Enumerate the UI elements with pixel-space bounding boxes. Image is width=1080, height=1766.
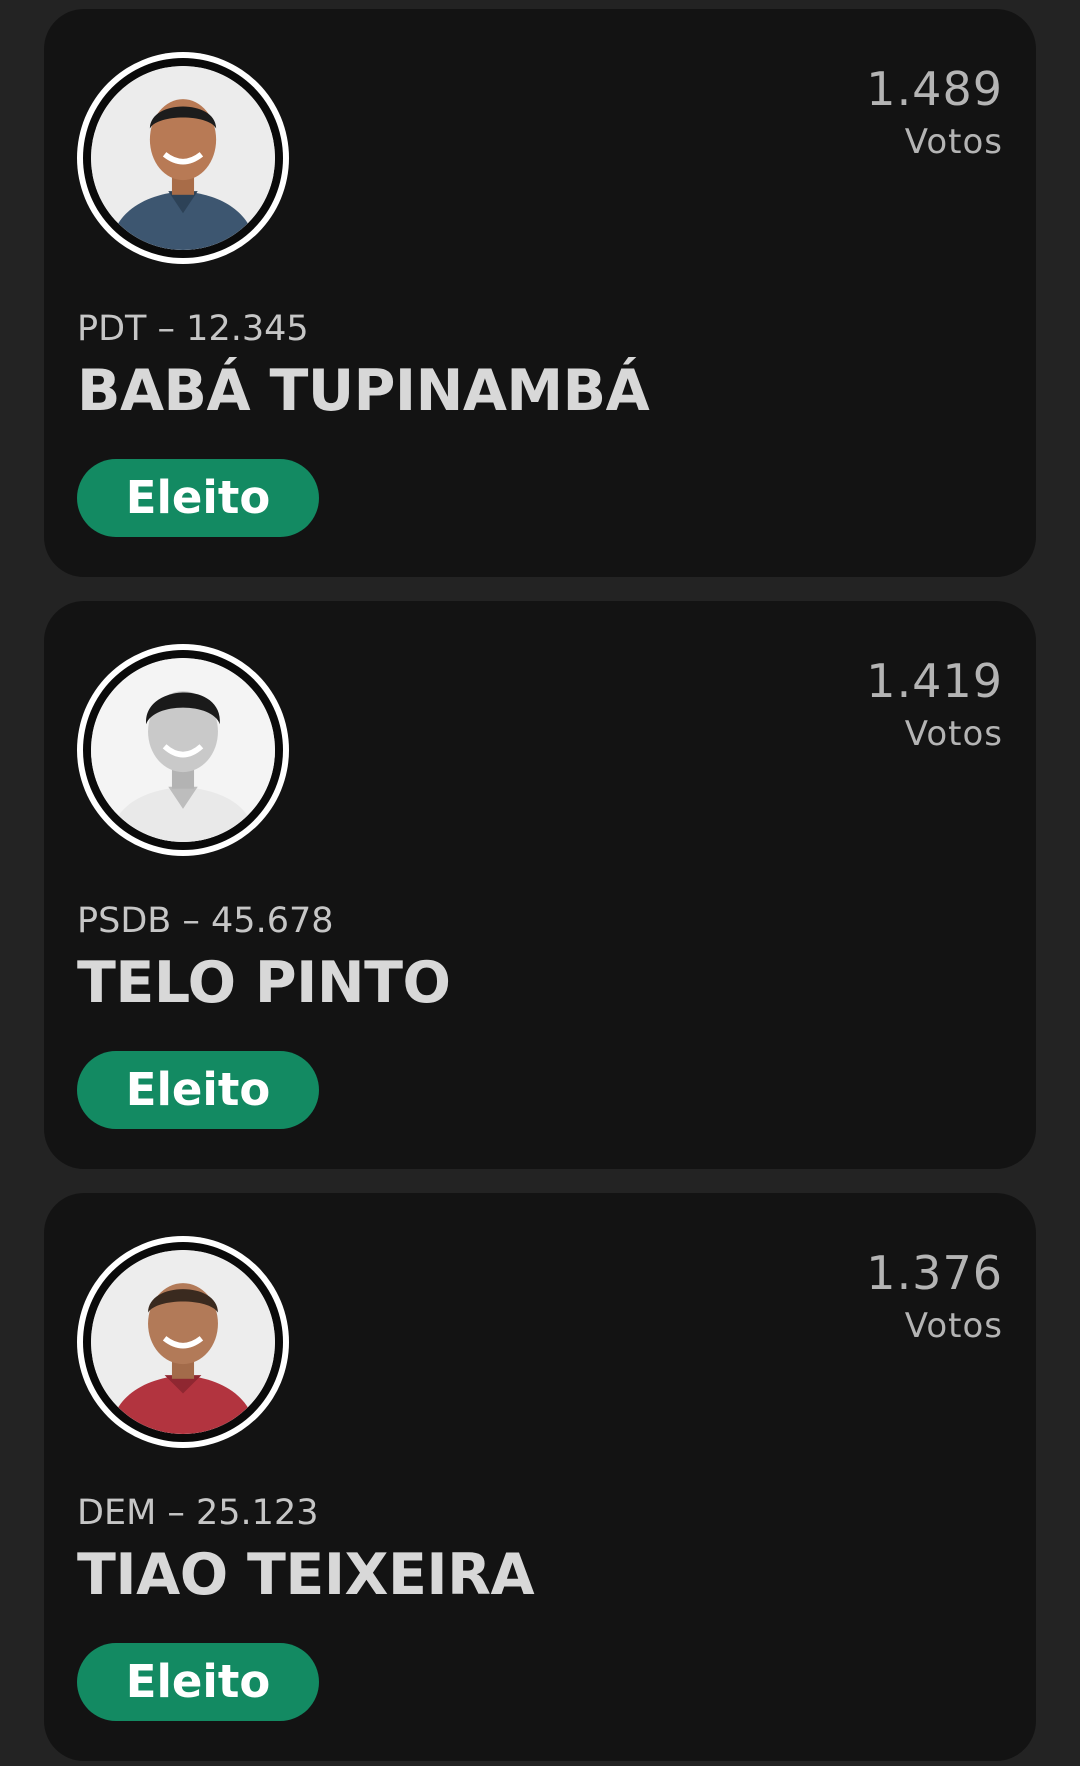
candidate-name: BABÁ TUPINAMBÁ: [77, 358, 650, 424]
candidate-avatar: [77, 52, 289, 264]
candidate-photo: [91, 1250, 275, 1434]
candidate-name: TELO PINTO: [77, 950, 451, 1016]
candidate-photo: [91, 658, 275, 842]
votes-label: Votos: [904, 714, 1003, 754]
vote-count: 1.419: [866, 654, 1003, 708]
votes-label: Votos: [904, 1306, 1003, 1346]
candidate-avatar: [77, 644, 289, 856]
party-and-number: PDT – 12.345: [77, 309, 309, 349]
elected-badge: Eleito: [77, 459, 319, 537]
votes-label: Votos: [904, 122, 1003, 162]
party-and-number: PSDB – 45.678: [77, 901, 334, 941]
candidate-card[interactable]: 1.419 Votos PSDB – 45.678 TELO PINTO Ele…: [44, 601, 1036, 1169]
candidate-avatar: [77, 1236, 289, 1448]
party-and-number: DEM – 25.123: [77, 1493, 319, 1533]
elected-badge: Eleito: [77, 1051, 319, 1129]
candidate-photo: [91, 66, 275, 250]
candidate-card[interactable]: 1.489 Votos PDT – 12.345 BABÁ TUPINAMBÁ …: [44, 9, 1036, 577]
vote-count: 1.376: [866, 1246, 1003, 1300]
candidate-name: TIAO TEIXEIRA: [77, 1542, 535, 1608]
vote-total: 1.489 Votos: [866, 61, 1003, 167]
candidate-card[interactable]: 1.376 Votos DEM – 25.123 TIAO TEIXEIRA E…: [44, 1193, 1036, 1761]
vote-total: 1.419 Votos: [866, 653, 1003, 759]
vote-total: 1.376 Votos: [866, 1245, 1003, 1351]
elected-badge: Eleito: [77, 1643, 319, 1721]
vote-count: 1.489: [866, 62, 1003, 116]
